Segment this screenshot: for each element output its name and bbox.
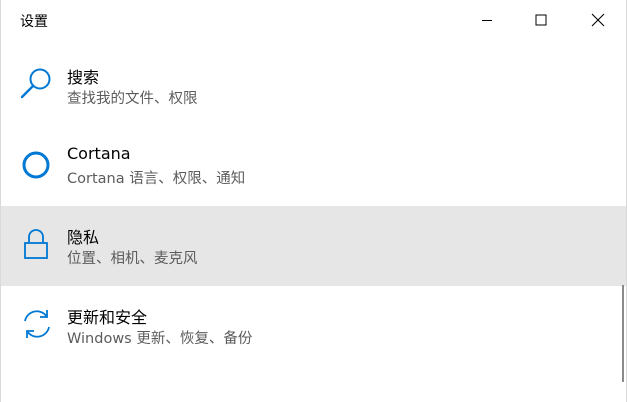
sync-icon [24,310,50,338]
lock-icon [24,229,48,259]
close-button[interactable] [575,0,621,40]
settings-item-cortana[interactable]: Cortana Cortana 语言、权限、通知 [1,126,626,206]
settings-item-label: Cortana [67,144,131,163]
minimize-button[interactable] [464,0,510,40]
settings-item-label: 隐私 [67,228,100,247]
settings-item-search[interactable]: 搜索 查找我的文件、权限 [1,46,626,126]
settings-item-label: 搜索 [67,68,100,87]
settings-item-description: Cortana 语言、权限、通知 [67,171,246,187]
search-icon [20,68,51,99]
cortana-icon [22,151,50,179]
maximize-button[interactable] [518,0,564,40]
settings-item-description: 位置、相机、麦克风 [67,251,198,267]
close-icon [591,13,605,27]
settings-item-description: Windows 更新、恢复、备份 [67,331,253,347]
title-bar: 设置 [1,0,626,44]
settings-item-privacy[interactable]: 隐私 位置、相机、麦克风 [1,206,626,286]
settings-list: 搜索 查找我的文件、权限 Cortana Cortana 语言、权限、通知 隐私… [1,46,626,366]
settings-item-description: 查找我的文件、权限 [67,91,198,107]
settings-item-label: 更新和安全 [67,308,148,327]
window-title: 设置 [20,14,48,30]
settings-item-update-security[interactable]: 更新和安全 Windows 更新、恢复、备份 [1,286,626,366]
settings-window: 设置 搜索 查找我的文件、权限 Cortana Cortana 语言、权限、通知… [0,0,627,402]
scrollbar[interactable] [622,285,624,382]
minimize-icon [482,20,492,21]
maximize-icon [535,14,547,26]
